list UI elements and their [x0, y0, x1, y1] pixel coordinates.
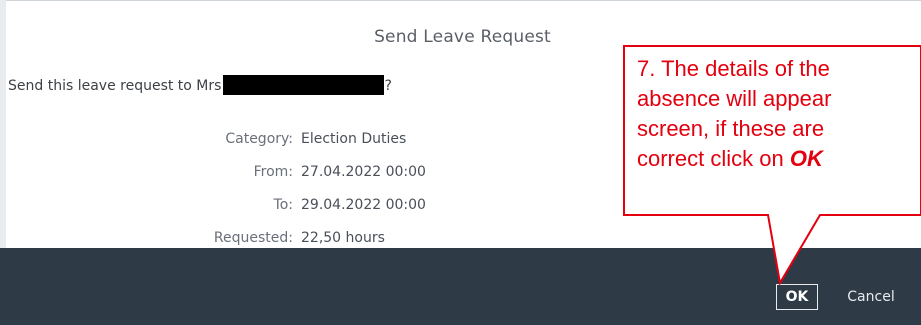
- callout-line-4: correct click on OK: [637, 144, 921, 174]
- to-label: To:: [273, 196, 293, 213]
- callout-line-2: absence will appear: [637, 86, 832, 111]
- from-value: 27.04.2022 00:00: [301, 163, 426, 180]
- category-value: Election Duties: [301, 130, 407, 147]
- redacted-name-block: [223, 75, 385, 95]
- callout-text: 7. The details of the absence will appea…: [637, 54, 921, 174]
- from-label: From:: [253, 163, 293, 180]
- requested-value: 22,50 hours: [301, 229, 385, 246]
- ok-button[interactable]: OK: [776, 284, 818, 310]
- detail-row-to: To: 29.04.2022 00:00: [150, 188, 426, 221]
- detail-row-category: Category: Election Duties: [150, 122, 426, 155]
- dialog-title-text: Send Leave Request: [374, 27, 551, 47]
- requested-label: Requested:: [213, 229, 293, 246]
- confirmation-prompt: Send this leave request to Mrs?: [8, 75, 392, 95]
- category-label: Category:: [225, 130, 293, 147]
- detail-row-from: From: 27.04.2022 00:00: [150, 155, 426, 188]
- cancel-button[interactable]: Cancel: [836, 284, 906, 310]
- send-leave-request-dialog: Send Leave Request Send this leave reque…: [0, 0, 921, 325]
- dialog-top-border: [6, 0, 921, 1]
- callout-ok-emphasis: OK: [789, 146, 823, 171]
- prompt-suffix: ?: [384, 78, 392, 94]
- callout-line-4-prefix: correct click on: [637, 146, 790, 171]
- callout-line-1: 7. The details of the: [637, 56, 830, 81]
- callout-line-3: screen, if these are: [637, 116, 825, 141]
- leave-details: Category: Election Duties From: 27.04.20…: [150, 122, 426, 254]
- dialog-title: Send Leave Request: [0, 27, 921, 47]
- to-value: 29.04.2022 00:00: [301, 196, 426, 213]
- prompt-prefix: Send this leave request to Mrs: [8, 78, 222, 94]
